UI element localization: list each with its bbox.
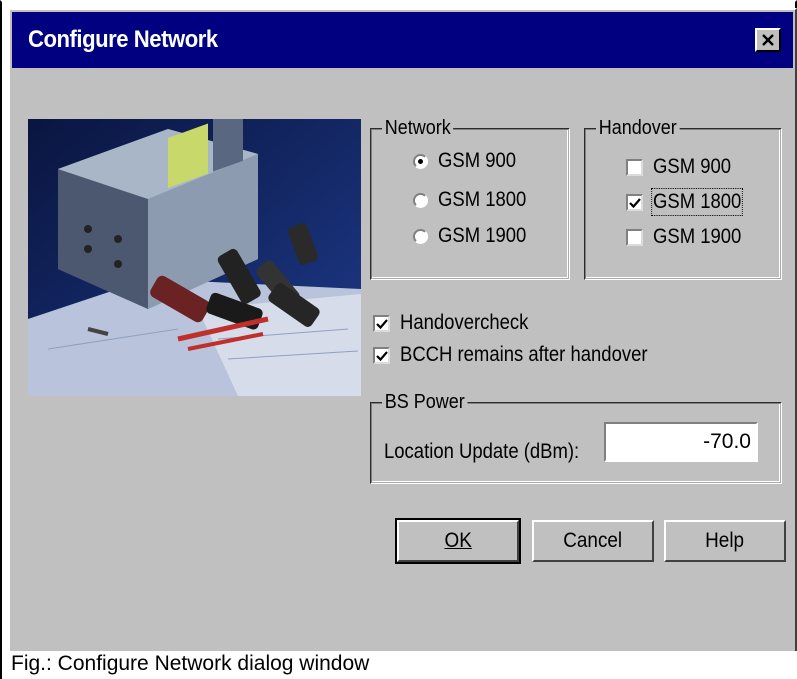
- radio-indicator[interactable]: [413, 153, 428, 169]
- radio-gsm-1900[interactable]: GSM 1900: [413, 224, 538, 248]
- radio-indicator[interactable]: [413, 192, 428, 208]
- cancel-button[interactable]: Cancel: [532, 520, 654, 562]
- checkbox[interactable]: [626, 193, 643, 211]
- checkmark-icon: [376, 318, 388, 329]
- help-button[interactable]: Help: [664, 520, 786, 562]
- ok-button[interactable]: OK: [395, 518, 521, 564]
- check-handover-gsm-1800[interactable]: GSM 1800: [626, 188, 753, 216]
- checkbox[interactable]: [626, 228, 643, 246]
- checkbox[interactable]: [626, 158, 643, 176]
- cancel-label: Cancel: [563, 529, 623, 552]
- check-label: GSM 900: [653, 155, 732, 178]
- location-update-label: Location Update (dBm):: [384, 440, 606, 464]
- check-label: GSM 1900: [653, 225, 742, 248]
- ok-label: OK: [444, 529, 472, 552]
- radio-label: GSM 1800: [438, 188, 527, 211]
- location-update-label-text: Location Update (dBm):: [384, 440, 580, 463]
- checkbox[interactable]: [373, 346, 390, 364]
- equipment-photo: [28, 119, 361, 396]
- network-legend: Network: [382, 117, 454, 140]
- check-handover-gsm-900[interactable]: GSM 900: [626, 155, 742, 179]
- radio-label: GSM 900: [438, 149, 517, 172]
- radio-gsm-900[interactable]: GSM 900: [413, 149, 527, 173]
- close-icon: [762, 34, 774, 46]
- figure-caption: Fig.: Configure Network dialog window: [11, 652, 370, 675]
- radio-indicator[interactable]: [413, 228, 428, 244]
- title-bar[interactable]: Configure Network: [12, 12, 793, 68]
- handover-legend: Handover: [596, 117, 680, 140]
- location-update-input[interactable]: -70.0: [604, 422, 758, 462]
- dialog-title: Configure Network: [28, 26, 218, 53]
- check-label: BCCH remains after handover: [400, 343, 648, 366]
- check-label: GSM 1800: [651, 188, 744, 216]
- check-label: Handovercheck: [400, 311, 529, 334]
- help-label: Help: [705, 529, 745, 552]
- bs-power-legend: BS Power: [382, 391, 468, 414]
- close-button[interactable]: [755, 28, 781, 52]
- checkmark-icon: [376, 350, 388, 361]
- radio-gsm-1800[interactable]: GSM 1800: [413, 188, 538, 212]
- checkbox[interactable]: [373, 314, 390, 332]
- radio-label: GSM 1900: [438, 224, 527, 247]
- check-handover-gsm-1900[interactable]: GSM 1900: [626, 225, 753, 249]
- check-handovercheck[interactable]: Handovercheck: [373, 311, 546, 335]
- checkmark-icon: [629, 197, 641, 208]
- check-bcch-remains[interactable]: BCCH remains after handover: [373, 343, 681, 367]
